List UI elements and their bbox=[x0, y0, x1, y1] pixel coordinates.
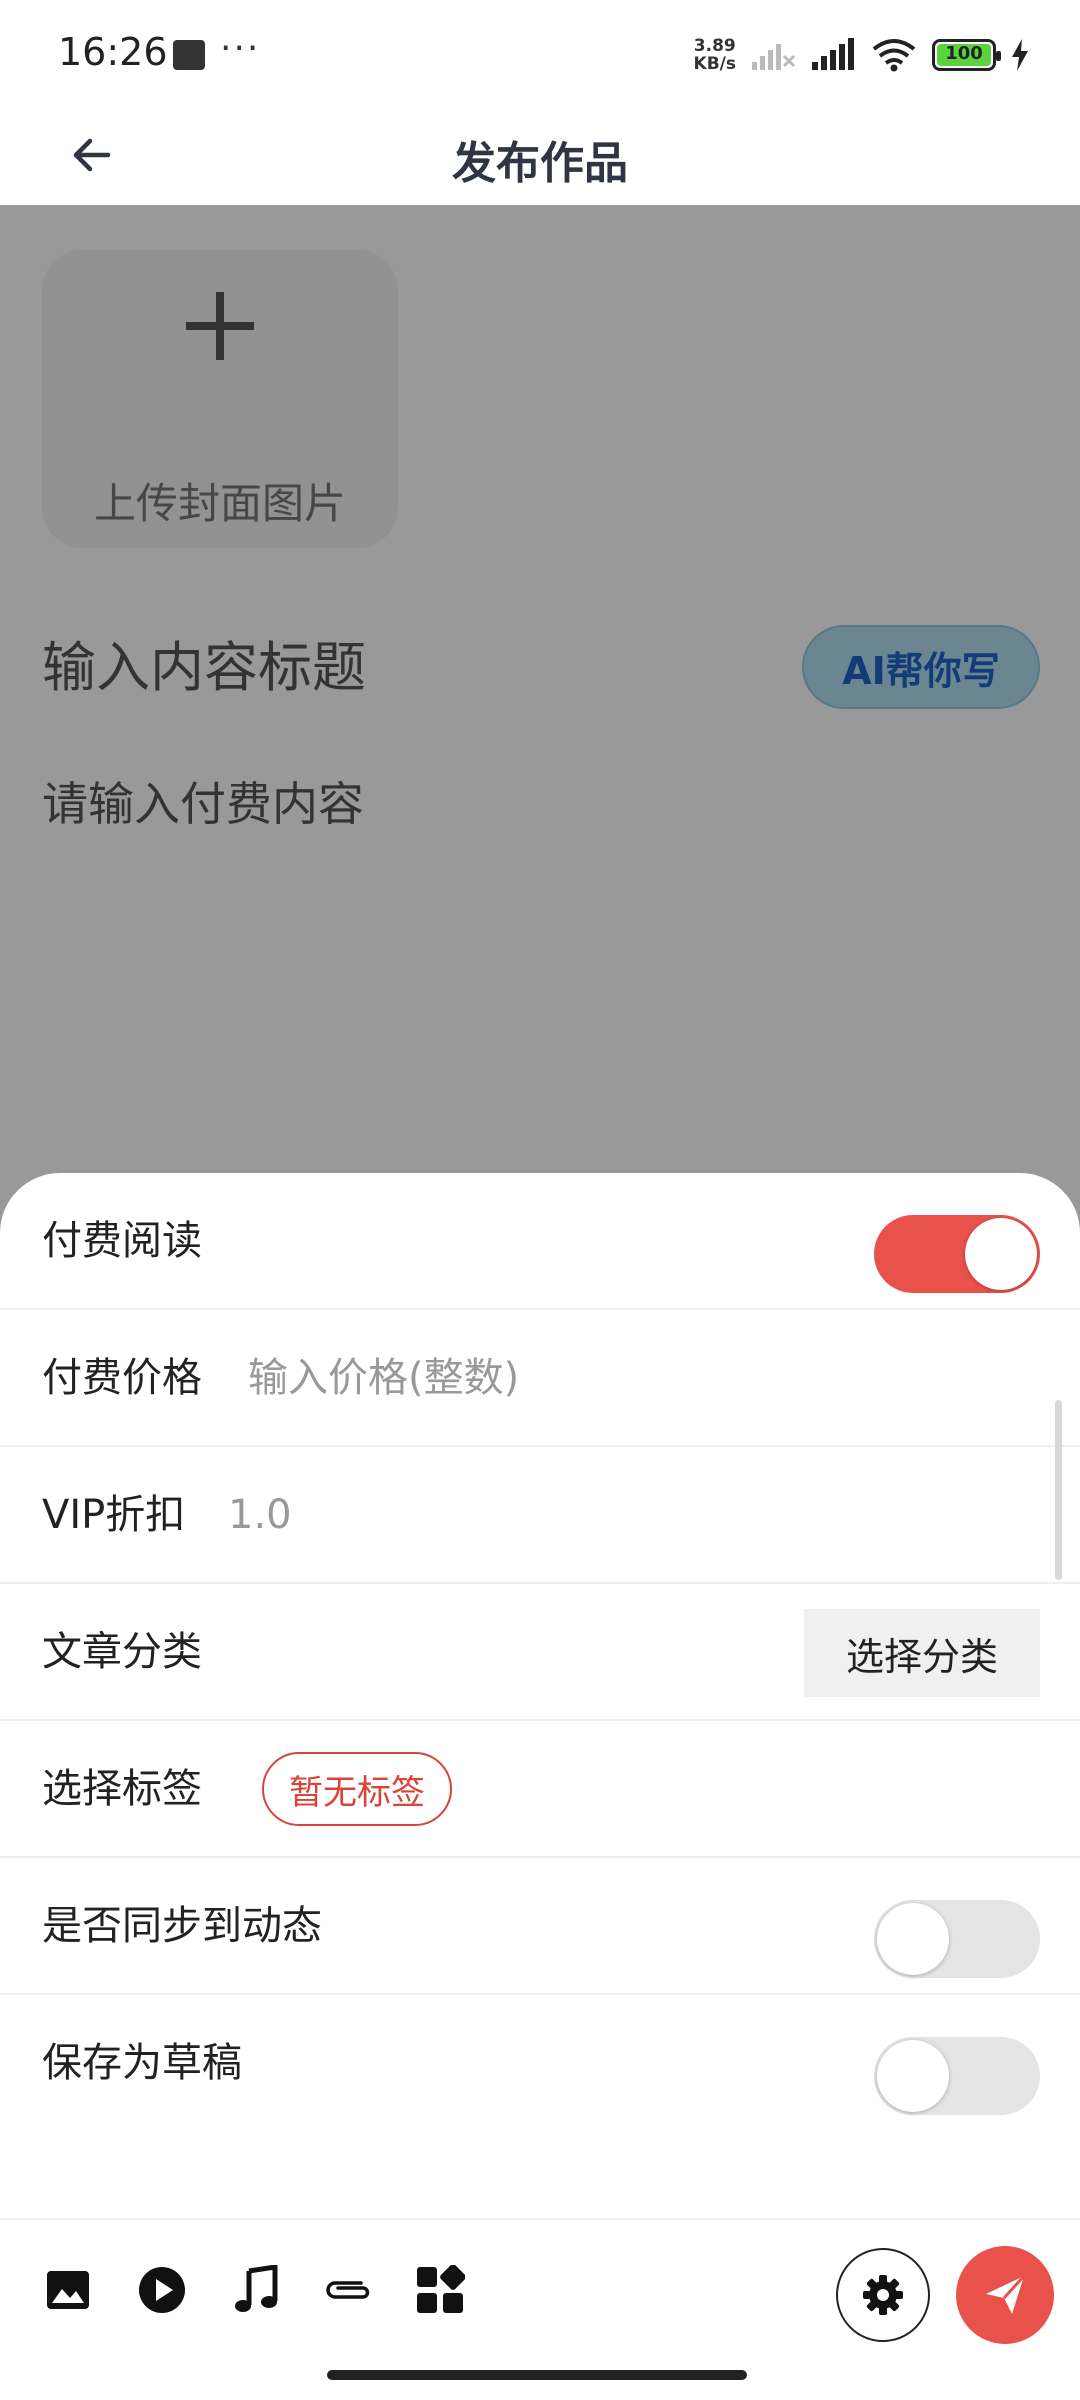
status-icons: 3.89 KB/s 100 bbox=[694, 30, 1030, 80]
row-price: 付费价格 输入价格(整数) bbox=[0, 1310, 1080, 1447]
image-icon[interactable] bbox=[40, 2262, 96, 2318]
sync-feed-label: 是否同步到动态 bbox=[42, 1903, 322, 1949]
music-note-icon[interactable] bbox=[228, 2262, 284, 2318]
settings-sheet: 付费阅读 付费价格 输入价格(整数) VIP折扣 1.0 文章分类 选择分类 选… bbox=[0, 1173, 1080, 2400]
sync-feed-toggle[interactable] bbox=[874, 1900, 1040, 1978]
status-time: 16:26 bbox=[58, 30, 168, 74]
row-save-draft: 保存为草稿 bbox=[0, 1995, 1080, 2132]
network-speed: 3.89 KB/s bbox=[694, 37, 736, 73]
row-paid-read: 付费阅读 bbox=[0, 1173, 1080, 1310]
battery-level: 100 bbox=[945, 43, 983, 64]
row-tags: 选择标签 暂无标签 bbox=[0, 1721, 1080, 1858]
wifi-icon bbox=[872, 39, 916, 72]
notification-square-icon bbox=[173, 40, 205, 70]
category-label: 文章分类 bbox=[42, 1629, 202, 1675]
home-indicator[interactable] bbox=[327, 2370, 747, 2380]
more-notifications-icon: ··· bbox=[220, 28, 261, 69]
app-header: 发布作品 bbox=[0, 105, 1080, 205]
row-sync-feed: 是否同步到动态 bbox=[0, 1858, 1080, 1995]
row-category: 文章分类 选择分类 bbox=[0, 1584, 1080, 1721]
select-category-button[interactable]: 选择分类 bbox=[804, 1609, 1040, 1697]
charging-bolt-icon bbox=[1012, 39, 1028, 71]
settings-gear-icon bbox=[863, 2275, 903, 2315]
send-icon bbox=[986, 2274, 1026, 2314]
scrollbar[interactable] bbox=[1055, 1400, 1062, 1580]
apps-grid-icon[interactable] bbox=[412, 2262, 468, 2318]
status-bar: 16:26 ··· 3.89 KB/s 100 bbox=[0, 0, 1080, 105]
save-draft-toggle[interactable] bbox=[874, 2037, 1040, 2115]
price-input[interactable]: 输入价格(整数) bbox=[248, 1310, 519, 1447]
settings-button[interactable] bbox=[836, 2248, 930, 2342]
paid-read-label: 付费阅读 bbox=[42, 1218, 202, 1264]
publish-send-button[interactable] bbox=[956, 2246, 1054, 2344]
battery-icon: 100 bbox=[932, 39, 1001, 71]
paid-read-toggle[interactable] bbox=[874, 1215, 1040, 1293]
network-speed-value: 3.89 bbox=[693, 36, 736, 56]
play-circle-icon[interactable] bbox=[134, 2262, 190, 2318]
no-tags-chip[interactable]: 暂无标签 bbox=[262, 1752, 452, 1826]
vip-discount-input[interactable]: 1.0 bbox=[228, 1447, 292, 1584]
network-speed-unit: KB/s bbox=[693, 54, 736, 74]
tags-label: 选择标签 bbox=[42, 1766, 202, 1812]
page-title: 发布作品 bbox=[452, 138, 628, 189]
paperclip-icon[interactable] bbox=[320, 2262, 376, 2318]
bottom-toolbar bbox=[0, 2218, 1080, 2360]
signal-icon bbox=[812, 38, 854, 70]
price-label: 付费价格 bbox=[42, 1355, 202, 1401]
signal-x-icon bbox=[752, 44, 796, 70]
vip-discount-label: VIP折扣 bbox=[42, 1492, 186, 1538]
row-vip-discount: VIP折扣 1.0 bbox=[0, 1447, 1080, 1584]
save-draft-label: 保存为草稿 bbox=[42, 2040, 242, 2086]
